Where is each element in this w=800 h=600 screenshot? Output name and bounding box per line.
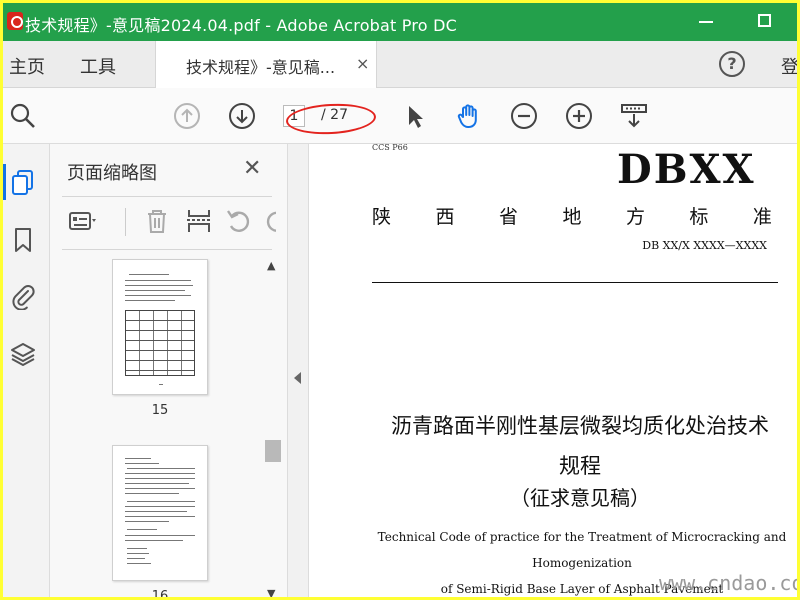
app-window: 技术规程》-意见稿2024.04.pdf - Adobe Acrobat Pro…: [3, 3, 797, 597]
scroll-mode-icon[interactable]: [620, 102, 648, 130]
thumbnail-text-line: [125, 493, 179, 494]
toolbar: 1 / 27: [3, 88, 797, 144]
province-char: 西: [435, 206, 455, 228]
province-char: 省: [498, 206, 518, 228]
thumbnail-text-line: [129, 274, 169, 275]
thumbnail-text-line: [127, 548, 147, 549]
thumbnail-text-line: [127, 501, 195, 502]
scroll-up-icon[interactable]: ▲: [267, 259, 275, 272]
thumbnail-text-line: [125, 540, 183, 541]
english-title-line-1: Technical Code of practice for the Treat…: [377, 530, 787, 570]
thumbnail-options-icon[interactable]: [68, 206, 98, 236]
thumbnail-text-line: [125, 295, 191, 296]
login-button[interactable]: 登: [781, 53, 797, 79]
arrow-up-icon[interactable]: [173, 102, 201, 130]
window-title: 技术规程》-意见稿2024.04.pdf - Adobe Acrobat Pro…: [25, 16, 457, 35]
document-tab-label: 技术规程》-意见稿...: [186, 58, 336, 77]
thumbnail-text-line: [125, 463, 159, 464]
zoom-out-icon[interactable]: [510, 102, 538, 130]
province-char: 地: [562, 206, 582, 228]
menu-tools[interactable]: 工具: [80, 53, 116, 79]
arrow-down-icon[interactable]: [228, 102, 256, 130]
province-char: 陕: [372, 206, 392, 228]
thumbnail-text-line: [125, 280, 191, 281]
thumbnail-text-line: [127, 529, 157, 530]
thumbnail-text-line: [127, 558, 145, 559]
search-zoom-icon[interactable]: [9, 102, 37, 130]
minimize-button[interactable]: [699, 21, 713, 23]
thumbnail-text-line: [125, 511, 187, 512]
rail-active-indicator: [3, 164, 6, 200]
title-bar: 技术规程》-意见稿2024.04.pdf - Adobe Acrobat Pro…: [3, 3, 797, 41]
province-char: 准: [752, 206, 772, 228]
scroll-down-icon[interactable]: ▼: [267, 587, 275, 597]
acrobat-logo-icon: [7, 12, 23, 30]
panel-divider: [62, 196, 272, 197]
thumbnail-text-line: [127, 468, 195, 469]
thumbnail-text-line: [125, 300, 175, 301]
document-title-line-2: 规程: [559, 454, 601, 478]
maximize-button[interactable]: [758, 14, 771, 27]
db-number: DB XX/X XXXX—XXXX: [642, 239, 767, 252]
attachment-icon[interactable]: [9, 282, 37, 311]
delete-page-icon[interactable]: [142, 206, 172, 236]
page-total: / 27: [321, 107, 348, 123]
document-tab[interactable]: 技术规程》-意见稿... ×: [155, 41, 377, 88]
thumbnail-text-line: [125, 285, 193, 286]
thumbnail-text-line: [125, 506, 195, 507]
thumbnail-page-number: [159, 384, 163, 385]
thumbnail-text-line: [127, 553, 149, 554]
thumbnail-text-line: [127, 563, 151, 564]
thumbnail-text-line: [125, 521, 169, 522]
thumbnail-table: [125, 310, 195, 376]
toolbar-divider: [125, 208, 126, 236]
thumbnail-text-line: [125, 290, 185, 291]
document-tab-close-button[interactable]: ×: [356, 54, 369, 73]
thumbnail-text-line: [125, 458, 151, 459]
standard-code: DBXX: [617, 146, 756, 193]
hand-icon[interactable]: [455, 102, 483, 130]
panel-title: 页面缩略图: [67, 163, 157, 184]
collapse-arrow-icon[interactable]: [294, 372, 301, 384]
thumbnails-panel: 页面缩略图 ✕ 15 16 ▲ ▼: [50, 144, 288, 597]
header-rule: [372, 282, 778, 283]
panel-collapse-strip[interactable]: [288, 144, 309, 597]
thumbnail-text-line: [125, 483, 189, 484]
thumbnail-label: 16: [151, 589, 169, 597]
thumbnail-text-line: [125, 478, 195, 479]
help-icon[interactable]: ?: [719, 51, 745, 77]
rotate-left-icon[interactable]: [224, 206, 254, 236]
menu-bar: 主页 工具 技术规程》-意见稿... × ? 登: [3, 41, 797, 88]
document-subtitle: （征求意见稿）: [510, 486, 650, 510]
bookmark-icon[interactable]: [9, 226, 37, 254]
extract-pages-icon[interactable]: [184, 206, 214, 236]
watermark: www.cndao.com: [659, 571, 797, 595]
thumbnail-text-line: [125, 516, 195, 517]
rotate-right-icon[interactable]: [262, 206, 276, 236]
page-thumbnails-icon[interactable]: [9, 168, 37, 196]
province-char: 标: [689, 206, 709, 228]
thumbnail-text-line: [125, 535, 195, 536]
panel-divider-2: [62, 249, 272, 250]
thumbnail-label: 15: [151, 403, 169, 418]
page-thumbnail-16[interactable]: [112, 445, 208, 581]
thumbnail-scrollbar[interactable]: ▲ ▼: [263, 257, 283, 597]
panel-close-button[interactable]: ✕: [243, 156, 261, 181]
page-number-input[interactable]: 1: [283, 105, 305, 127]
thumbnail-text-line: [125, 473, 195, 474]
scroll-thumb[interactable]: [265, 440, 281, 462]
ccs-code: CCS P66: [372, 144, 408, 152]
document-page: CCS P66 DBXX 陕 西 省 地 方 标 准 DB XX/X XXXX—…: [309, 144, 797, 597]
province-char: 方: [625, 206, 645, 228]
province-standard-line: 陕 西 省 地 方 标 准: [372, 202, 772, 229]
select-arrow-icon[interactable]: [401, 102, 429, 130]
menu-home[interactable]: 主页: [9, 53, 45, 79]
layers-icon[interactable]: [9, 340, 37, 368]
page-thumbnail-15[interactable]: [112, 259, 208, 395]
document-title-line-1: 沥青路面半刚性基层微裂均质化处治技术: [391, 414, 769, 438]
document-title: 沥青路面半刚性基层微裂均质化处治技术 规程: [372, 406, 788, 486]
thumbnail-text-line: [125, 488, 195, 489]
left-rail: [3, 144, 50, 597]
zoom-in-icon[interactable]: [565, 102, 593, 130]
